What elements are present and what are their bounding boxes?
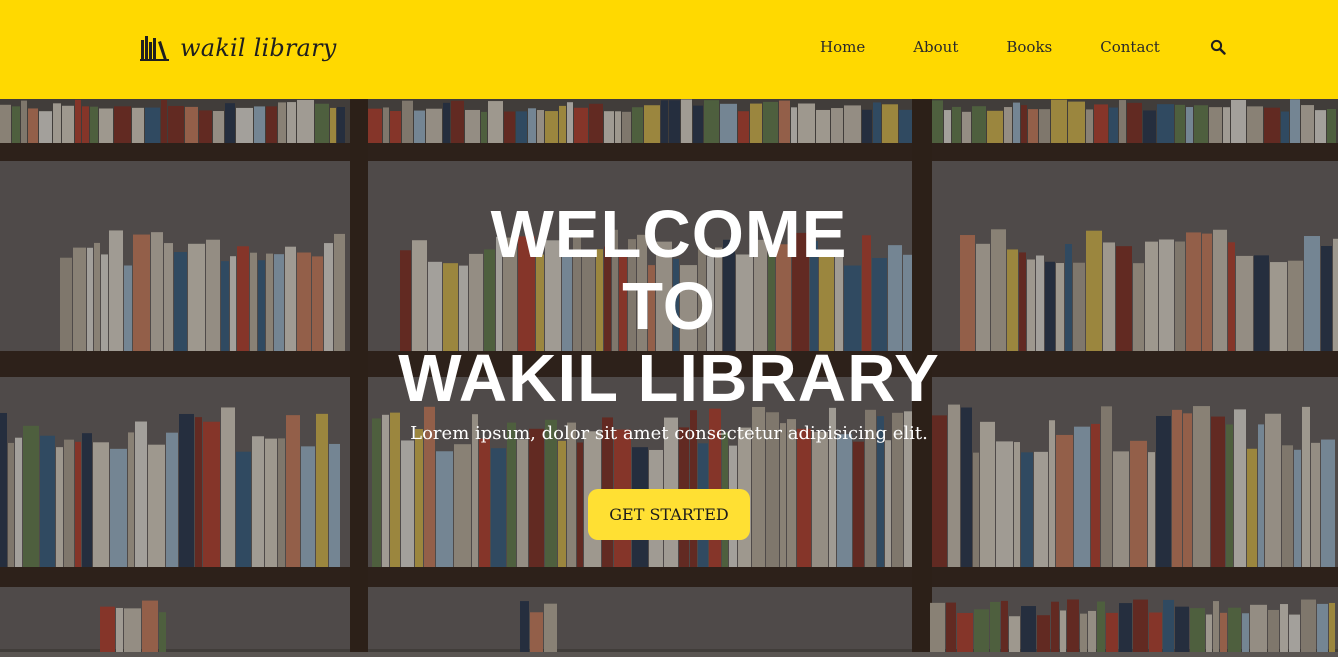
hero-content: WELCOME TO WAKIL LIBRARY Lorem ipsum, do… <box>0 199 1338 540</box>
site-logo[interactable]: wakil library <box>140 34 337 62</box>
hero-title-line: WAKIL LIBRARY <box>398 341 940 416</box>
get-started-button[interactable]: GET STARTED <box>588 489 750 540</box>
page-bottom-edge <box>0 652 1338 657</box>
main-nav: Home About Books Contact <box>820 38 1226 56</box>
nav-contact-link[interactable]: Contact <box>1100 38 1160 56</box>
hero-title-line: TO <box>622 269 716 344</box>
top-navbar: wakil library Home About Books Contact <box>0 0 1338 99</box>
logo-text: wakil library <box>180 34 337 62</box>
nav-about-link[interactable]: About <box>913 38 958 56</box>
hero-subtitle: Lorem ipsum, dolor sit amet consectetur … <box>410 423 928 444</box>
books-icon <box>140 36 169 61</box>
search-icon[interactable] <box>1210 39 1226 55</box>
hero-title-line: WELCOME <box>490 197 848 272</box>
nav-books-link[interactable]: Books <box>1006 38 1052 56</box>
nav-home-link[interactable]: Home <box>820 38 865 56</box>
hero-title: WELCOME TO WAKIL LIBRARY <box>0 199 1338 415</box>
